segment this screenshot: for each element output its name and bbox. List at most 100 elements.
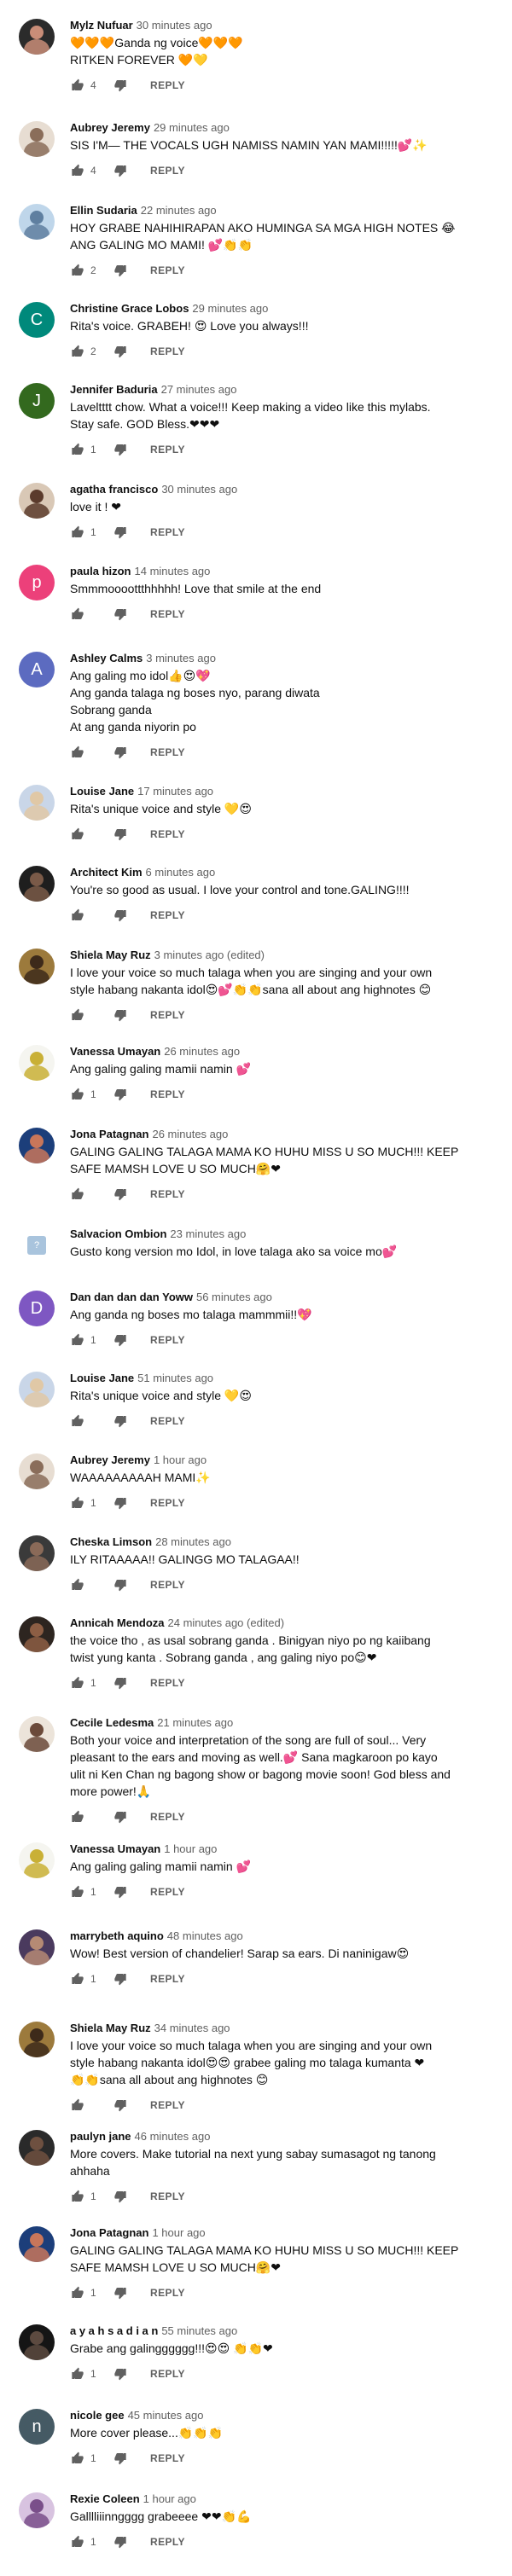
reply-button[interactable]: REPLY: [150, 1415, 185, 1427]
reply-button[interactable]: REPLY: [150, 1579, 185, 1591]
avatar[interactable]: [19, 949, 55, 984]
avatar[interactable]: [19, 2492, 55, 2528]
avatar[interactable]: [19, 1453, 55, 1489]
thumbs-up-icon[interactable]: [70, 1007, 85, 1023]
comment-timestamp[interactable]: 14 minutes ago: [135, 565, 211, 577]
avatar[interactable]: [19, 1128, 55, 1163]
thumbs-down-icon[interactable]: [113, 344, 128, 359]
reply-button[interactable]: REPLY: [150, 608, 185, 620]
avatar[interactable]: [19, 483, 55, 519]
thumbs-up-icon[interactable]: [70, 2451, 85, 2466]
avatar[interactable]: [19, 1535, 55, 1571]
avatar[interactable]: [19, 866, 55, 902]
author-name[interactable]: Louise Jane: [70, 785, 134, 798]
thumbs-down-icon[interactable]: [113, 827, 128, 842]
thumbs-up-icon[interactable]: [70, 1332, 85, 1348]
comment-timestamp[interactable]: 56 minutes ago: [196, 1291, 272, 1303]
comment-timestamp[interactable]: 29 minutes ago: [192, 302, 268, 315]
thumbs-up-icon[interactable]: [70, 2189, 85, 2204]
avatar[interactable]: C: [19, 302, 55, 338]
thumbs-up-icon[interactable]: [70, 1675, 85, 1691]
reply-button[interactable]: REPLY: [150, 165, 185, 177]
reply-button[interactable]: REPLY: [150, 1188, 185, 1200]
thumbs-down-icon[interactable]: [113, 1413, 128, 1429]
thumbs-down-icon[interactable]: [113, 606, 128, 622]
author-name[interactable]: Shiela May Ruz: [70, 2022, 151, 2034]
thumbs-down-icon[interactable]: [113, 2285, 128, 2300]
thumbs-down-icon[interactable]: [113, 745, 128, 760]
thumbs-up-icon[interactable]: [70, 2534, 85, 2550]
comment-timestamp[interactable]: 23 minutes ago: [170, 1227, 246, 1240]
thumbs-up-icon[interactable]: [70, 1495, 85, 1511]
avatar[interactable]: [19, 1372, 55, 1407]
comment-timestamp[interactable]: 1 hour ago: [152, 2226, 205, 2239]
thumbs-up-icon[interactable]: [70, 1413, 85, 1429]
reply-button[interactable]: REPLY: [150, 526, 185, 538]
author-name[interactable]: Ellin Sudaria: [70, 204, 137, 217]
thumbs-up-icon[interactable]: [70, 827, 85, 842]
reply-button[interactable]: REPLY: [150, 1811, 185, 1823]
author-name[interactable]: Vanessa Umayan: [70, 1045, 160, 1058]
thumbs-up-icon[interactable]: [70, 2366, 85, 2382]
avatar[interactable]: [19, 1842, 55, 1878]
author-name[interactable]: Louise Jane: [70, 1372, 134, 1384]
thumbs-down-icon[interactable]: [113, 1971, 128, 1987]
thumbs-down-icon[interactable]: [113, 163, 128, 178]
author-name[interactable]: Christine Grace Lobos: [70, 302, 189, 315]
author-name[interactable]: Aubrey Jeremy: [70, 121, 150, 134]
comment-timestamp[interactable]: 22 minutes ago: [141, 204, 217, 217]
reply-button[interactable]: REPLY: [150, 264, 185, 276]
thumbs-up-icon[interactable]: [70, 78, 85, 93]
thumbs-up-icon[interactable]: [70, 908, 85, 923]
thumbs-down-icon[interactable]: [113, 525, 128, 540]
avatar[interactable]: [19, 785, 55, 821]
avatar[interactable]: J: [19, 383, 55, 419]
comment-timestamp[interactable]: 1 hour ago: [164, 1842, 217, 1855]
avatar[interactable]: [19, 2130, 55, 2166]
author-name[interactable]: Architect Kim: [70, 866, 143, 879]
comment-timestamp[interactable]: 45 minutes ago: [128, 2409, 204, 2422]
thumbs-up-icon[interactable]: [70, 1809, 85, 1825]
comment-timestamp[interactable]: 3 minutes ago: [146, 652, 216, 664]
comment-timestamp[interactable]: 3 minutes ago (edited): [154, 949, 265, 961]
comment-timestamp[interactable]: 55 minutes ago: [161, 2324, 237, 2337]
avatar[interactable]: [19, 19, 55, 55]
reply-button[interactable]: REPLY: [150, 345, 185, 357]
thumbs-down-icon[interactable]: [113, 1577, 128, 1593]
avatar[interactable]: [19, 1716, 55, 1752]
thumbs-up-icon[interactable]: [70, 263, 85, 278]
comment-timestamp[interactable]: 29 minutes ago: [154, 121, 230, 134]
comment-timestamp[interactable]: 48 minutes ago: [167, 1929, 243, 1942]
avatar[interactable]: [19, 2022, 55, 2057]
avatar[interactable]: [19, 204, 55, 240]
thumbs-down-icon[interactable]: [113, 442, 128, 457]
author-name[interactable]: Dan dan dan dan Yoww: [70, 1291, 193, 1303]
reply-button[interactable]: REPLY: [150, 1009, 185, 1021]
author-name[interactable]: Ashley Calms: [70, 652, 143, 664]
thumbs-up-icon[interactable]: [70, 525, 85, 540]
comment-timestamp[interactable]: 24 minutes ago (edited): [168, 1616, 285, 1629]
author-name[interactable]: Rexie Coleen: [70, 2492, 140, 2505]
thumbs-down-icon[interactable]: [113, 1675, 128, 1691]
reply-button[interactable]: REPLY: [150, 1886, 185, 1898]
author-name[interactable]: Mylz Nufuar: [70, 19, 133, 32]
thumbs-up-icon[interactable]: [70, 2285, 85, 2300]
author-name[interactable]: Jennifer Baduria: [70, 383, 158, 396]
comment-timestamp[interactable]: 21 minutes ago: [157, 1716, 233, 1729]
reply-button[interactable]: REPLY: [150, 746, 185, 758]
avatar[interactable]: p: [19, 565, 55, 600]
thumbs-up-icon[interactable]: [70, 1186, 85, 1202]
thumbs-up-icon[interactable]: [70, 606, 85, 622]
thumbs-up-icon[interactable]: [70, 1577, 85, 1593]
author-name[interactable]: marrybeth aquino: [70, 1929, 164, 1942]
reply-button[interactable]: REPLY: [150, 2368, 185, 2380]
reply-button[interactable]: REPLY: [150, 1088, 185, 1100]
thumbs-down-icon[interactable]: [113, 78, 128, 93]
avatar[interactable]: [19, 1929, 55, 1965]
thumbs-up-icon[interactable]: [70, 163, 85, 178]
reply-button[interactable]: REPLY: [150, 909, 185, 921]
thumbs-down-icon[interactable]: [113, 908, 128, 923]
comment-timestamp[interactable]: 26 minutes ago: [152, 1128, 228, 1140]
reply-button[interactable]: REPLY: [150, 2099, 185, 2111]
avatar[interactable]: n: [19, 2409, 55, 2445]
